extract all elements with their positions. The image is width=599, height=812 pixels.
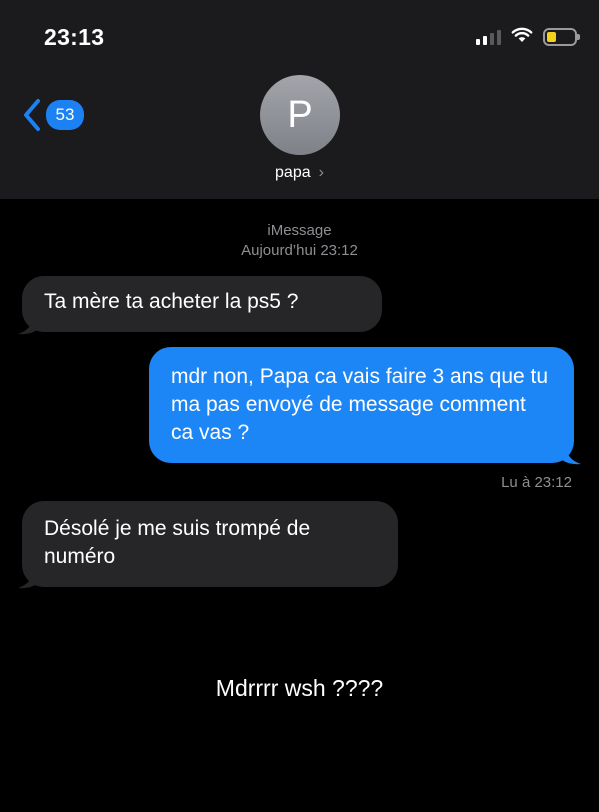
back-chevron-icon — [22, 98, 42, 132]
wifi-icon — [511, 27, 533, 48]
message-bubble-sent[interactable]: mdr non, Papa ca vais faire 3 ans que tu… — [149, 347, 574, 463]
date-label: Aujourd’hui 23:12 — [241, 242, 358, 259]
status-icons — [476, 26, 580, 48]
bubble-tail-received — [18, 567, 40, 589]
caption-text: Mdrrrr wsh ???? — [215, 675, 384, 701]
bubble-tail-received — [18, 313, 40, 335]
message-bubble-received[interactable]: Désolé je me suis trompé de numéro — [22, 501, 398, 587]
conversation-header: 23:13 53 P papa › — [0, 0, 599, 199]
message-bubble-received[interactable]: Ta mère ta acheter la ps5 ? — [22, 276, 382, 332]
avatar-initial: P — [287, 93, 313, 136]
read-receipt: Lu à 23:12 — [501, 474, 572, 491]
service-label: iMessage — [267, 222, 332, 239]
unread-count-badge: 53 — [46, 100, 84, 130]
battery-icon — [543, 28, 580, 46]
back-button[interactable]: 53 — [22, 98, 84, 132]
contact-name-button[interactable]: papa › — [0, 164, 599, 182]
contact-name: papa — [275, 164, 311, 181]
messages-screen: 23:13 53 P papa › iMessage Aujourd’hui 2… — [0, 0, 599, 812]
message-text: Désolé je me suis trompé de numéro — [44, 517, 311, 568]
signal-icon — [476, 29, 501, 45]
message-text: Ta mère ta acheter la ps5 ? — [44, 290, 299, 313]
status-time: 23:13 — [44, 24, 105, 50]
contact-avatar[interactable]: P — [260, 75, 340, 155]
message-text: mdr non, Papa ca vais faire 3 ans que tu… — [171, 365, 549, 444]
chevron-right-icon: › — [318, 164, 324, 181]
bubble-tail-sent — [559, 443, 581, 465]
